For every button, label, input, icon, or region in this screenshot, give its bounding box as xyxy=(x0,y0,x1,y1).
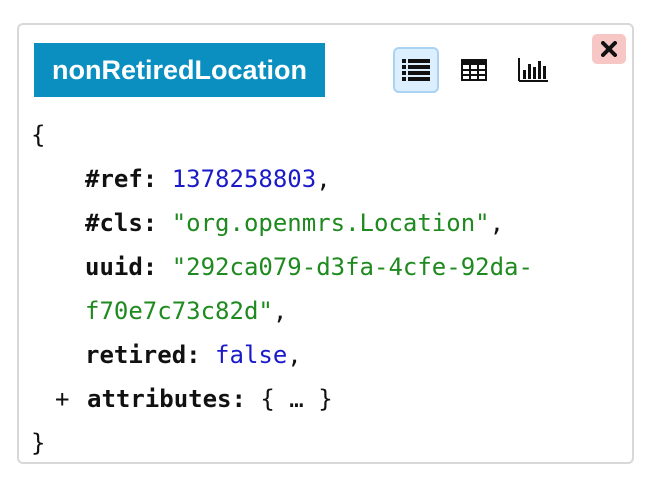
table-view-icon xyxy=(461,59,487,81)
comma: , xyxy=(287,341,302,369)
attributes-collapsed-value[interactable]: { … } xyxy=(260,385,332,413)
list-view-icon xyxy=(402,59,430,81)
close-brace-line: } xyxy=(31,421,45,465)
retired-key: retired: xyxy=(85,341,201,369)
table-view-button[interactable] xyxy=(451,47,497,93)
uuid-line-continued: f70e7c73c82d", xyxy=(85,289,287,333)
expand-attributes-toggle[interactable]: + xyxy=(55,377,87,421)
open-brace: { xyxy=(31,121,46,149)
ref-line: #ref: 1378258803, xyxy=(85,157,331,201)
close-icon xyxy=(601,41,617,57)
chart-view-button[interactable] xyxy=(510,47,556,93)
uuid-value: "292ca079-d3fa-4cfe-92da- xyxy=(171,253,533,281)
retired-value: false xyxy=(215,341,288,369)
retired-line: retired: false, xyxy=(85,333,302,377)
comma: , xyxy=(316,165,331,193)
close-brace: } xyxy=(31,429,46,457)
attributes-key: attributes: xyxy=(87,385,246,413)
uuid-line: uuid: "292ca079-d3fa-4cfe-92da- xyxy=(85,245,533,289)
open-brace-line: { xyxy=(31,113,45,157)
cls-line: #cls: "org.openmrs.Location", xyxy=(85,201,504,245)
ref-key: #ref: xyxy=(85,165,158,193)
object-inspector-panel: nonRetiredLocation {#ref: 1378258803, #… xyxy=(17,23,634,464)
bar-chart-icon xyxy=(518,58,548,82)
ref-value[interactable]: 1378258803 xyxy=(172,165,317,193)
attributes-line[interactable]: + attributes: { … } xyxy=(55,377,333,421)
uuid-value-continued: f70e7c73c82d" xyxy=(85,297,273,325)
comma: , xyxy=(489,209,505,237)
cls-key: #cls: xyxy=(85,209,158,237)
uuid-key: uuid: xyxy=(85,253,158,281)
close-button[interactable] xyxy=(592,34,626,64)
list-view-button[interactable] xyxy=(393,47,439,93)
panel-title: nonRetiredLocation xyxy=(34,43,325,97)
comma: , xyxy=(272,297,288,325)
cls-value: "org.openmrs.Location" xyxy=(171,209,490,237)
